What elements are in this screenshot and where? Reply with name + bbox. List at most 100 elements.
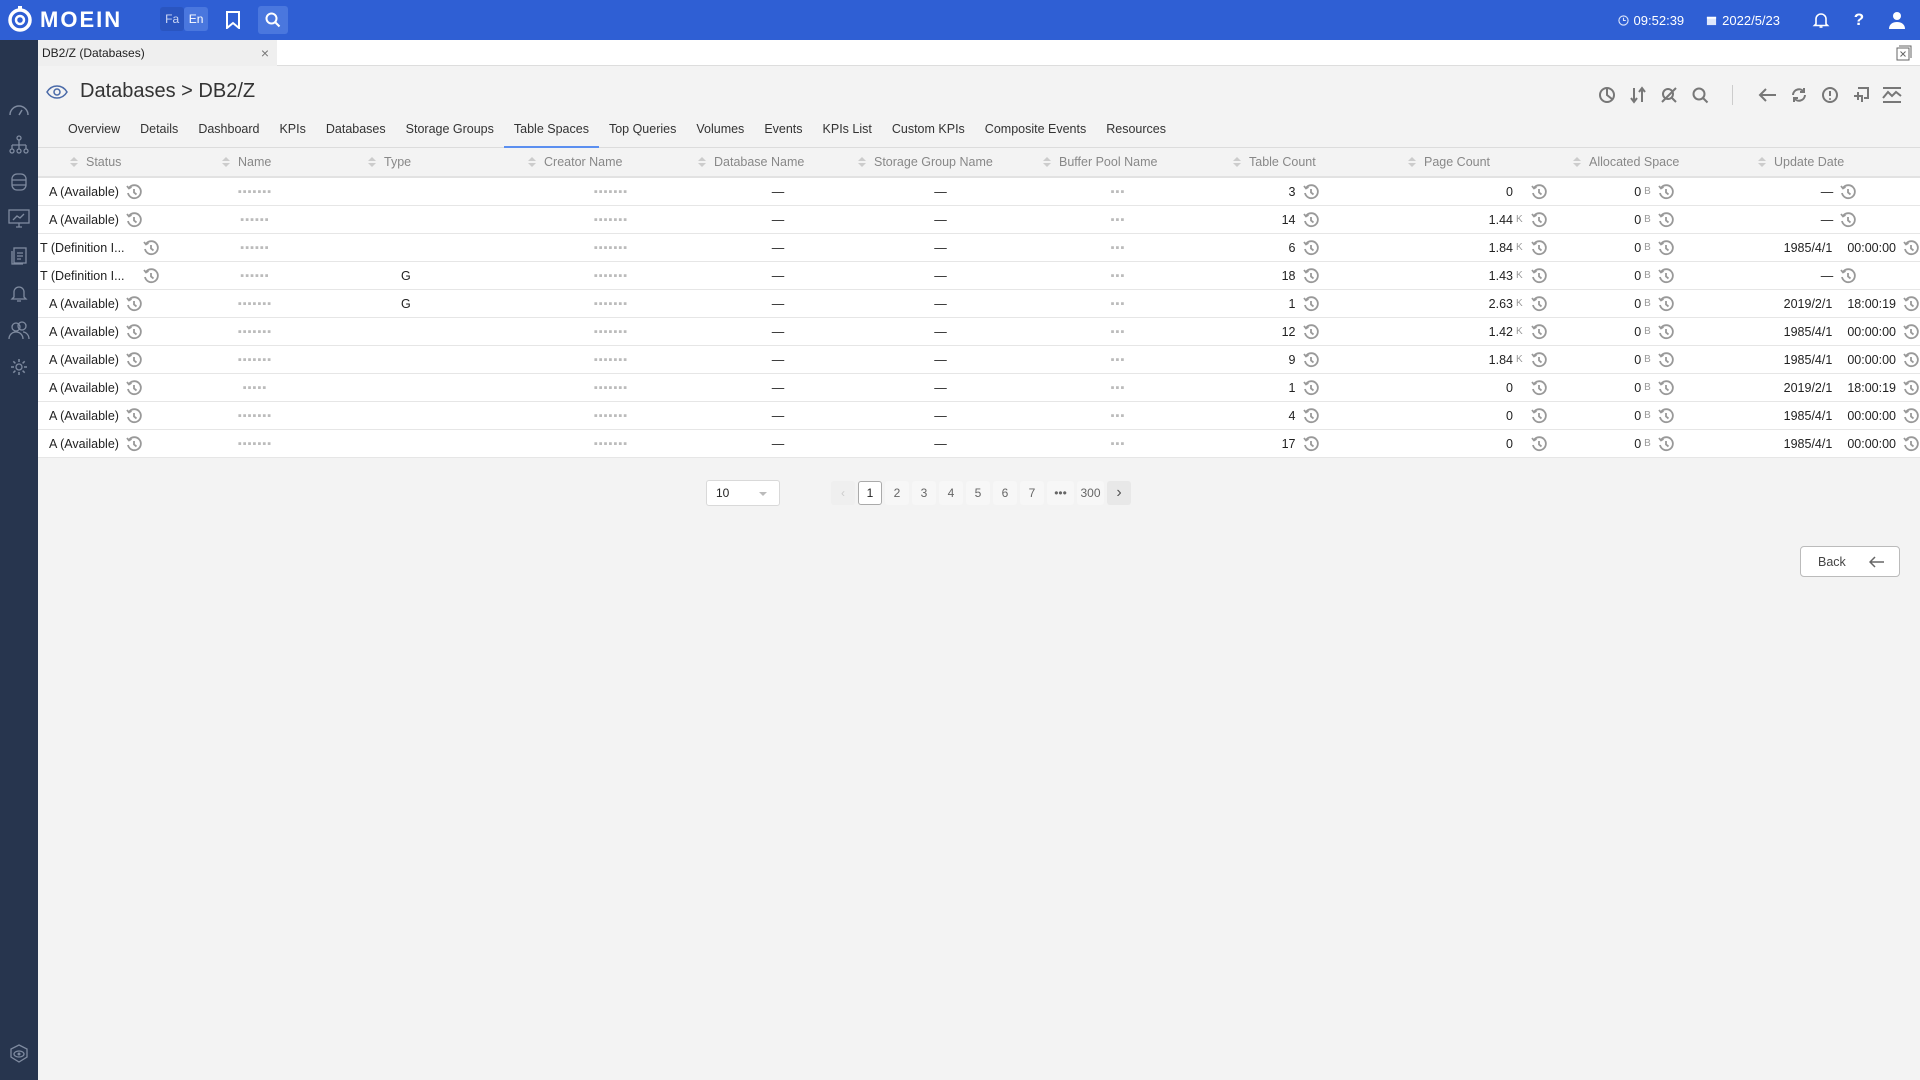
detach-button[interactable] [1847, 84, 1875, 106]
history-icon[interactable] [1530, 379, 1548, 397]
table-row[interactable]: A (Available) ▪▪▪▪▪▪▪ ▪▪▪▪▪▪▪ — — ▪▪▪ 12 1.42 K 0… [38, 318, 1920, 346]
info-button[interactable] [1816, 84, 1844, 106]
chart-button[interactable] [1593, 84, 1621, 106]
sidebar-dashboard[interactable] [8, 98, 30, 120]
page-button[interactable]: 3 [912, 481, 936, 505]
history-icon[interactable] [1302, 379, 1320, 397]
tab-details[interactable]: Details [130, 112, 188, 148]
history-icon[interactable] [1657, 323, 1675, 341]
tab-composite-events[interactable]: Composite Events [975, 112, 1096, 148]
page-button[interactable]: 300 [1077, 481, 1104, 505]
sort-icon[interactable] [70, 157, 78, 167]
history-icon[interactable] [1902, 323, 1920, 341]
history-icon[interactable] [1657, 239, 1675, 257]
sidebar-alerts[interactable] [8, 282, 30, 304]
history-icon[interactable] [1657, 435, 1675, 453]
history-icon[interactable] [1302, 267, 1320, 285]
column-header-status[interactable]: Status [38, 148, 188, 176]
table-row[interactable]: A (Available) ▪▪▪▪▪▪▪ ▪▪▪▪▪▪▪ — — ▪▪▪ 4 0 0 B 1985… [38, 402, 1920, 430]
prev-page-button[interactable]: ‹ [831, 481, 855, 505]
history-icon[interactable] [125, 351, 143, 369]
table-row[interactable]: A (Available) ▪▪▪▪▪▪▪ G ▪▪▪▪▪▪▪ — — ▪▪▪ 1 2.63 K 0… [38, 290, 1920, 318]
trend-button[interactable] [1878, 84, 1906, 106]
tab-overview[interactable]: Overview [58, 112, 130, 148]
sort-icon[interactable] [698, 157, 706, 167]
clear-filter-button[interactable] [1655, 84, 1683, 106]
history-icon[interactable] [1530, 239, 1548, 257]
tab-storage-groups[interactable]: Storage Groups [396, 112, 504, 148]
history-icon[interactable] [1302, 323, 1320, 341]
tab-kpis[interactable]: KPIs [269, 112, 315, 148]
history-icon[interactable] [1657, 267, 1675, 285]
history-icon[interactable] [1839, 211, 1857, 229]
sort-icon[interactable] [1233, 157, 1241, 167]
close-tab-button[interactable]: × [261, 45, 269, 61]
search-button[interactable] [258, 6, 289, 34]
history-icon[interactable] [1657, 407, 1675, 425]
tab-resources[interactable]: Resources [1096, 112, 1176, 148]
table-row[interactable]: A (Available) ▪▪▪▪▪▪▪ ▪▪▪▪▪▪▪ — — ▪▪▪ 3 0 0 B — [38, 178, 1920, 206]
history-icon[interactable] [125, 379, 143, 397]
history-icon[interactable] [1657, 379, 1675, 397]
history-icon[interactable] [1302, 407, 1320, 425]
more-pages-button[interactable]: ••• [1047, 481, 1074, 505]
history-icon[interactable] [1302, 183, 1320, 201]
page-button[interactable]: 2 [885, 481, 909, 505]
column-header-buffer-pool-name[interactable]: Buffer Pool Name [1043, 148, 1233, 176]
notifications-button[interactable] [1802, 11, 1840, 29]
app-logo[interactable]: MOEIN [6, 6, 122, 34]
help-button[interactable]: ? [1840, 10, 1878, 30]
tab-volumes[interactable]: Volumes [686, 112, 754, 148]
column-header-allocated-space[interactable]: Allocated Space [1573, 148, 1758, 176]
column-header-type[interactable]: Type [368, 148, 528, 176]
column-header-name[interactable]: Name [188, 148, 368, 176]
history-icon[interactable] [1902, 407, 1920, 425]
history-icon[interactable] [125, 323, 143, 341]
page-size-select[interactable]: 10 [706, 480, 780, 506]
user-menu-button[interactable] [1878, 11, 1916, 29]
column-header-storage-group-name[interactable]: Storage Group Name [858, 148, 1043, 176]
history-icon[interactable] [1302, 435, 1320, 453]
history-icon[interactable] [1302, 239, 1320, 257]
table-row[interactable]: T (Definition I... ▪▪▪▪▪▪ ▪▪▪▪▪▪▪ — — ▪▪▪ 6 1.8… [38, 234, 1920, 262]
history-icon[interactable] [1530, 407, 1548, 425]
history-icon[interactable] [1530, 267, 1548, 285]
history-icon[interactable] [1839, 183, 1857, 201]
table-row[interactable]: A (Available) ▪▪▪▪▪ ▪▪▪▪▪▪▪ — — ▪▪▪ 1 0 0 B 2019/2… [38, 374, 1920, 402]
search-table-button[interactable] [1686, 84, 1714, 106]
close-all-tabs-button[interactable] [1896, 45, 1912, 61]
sidebar-monitor-logo[interactable] [8, 1043, 30, 1065]
table-row[interactable]: T (Definition I... ▪▪▪▪▪▪ G ▪▪▪▪▪▪▪ — — ▪▪▪ 18 1… [38, 262, 1920, 290]
sidebar-topology[interactable] [8, 134, 30, 156]
tab-events[interactable]: Events [754, 112, 812, 148]
history-icon[interactable] [1530, 435, 1548, 453]
back-arrow-button[interactable] [1754, 84, 1782, 106]
column-header-database-name[interactable]: Database Name [698, 148, 858, 176]
history-icon[interactable] [1839, 267, 1857, 285]
page-button[interactable]: 7 [1020, 481, 1044, 505]
tab-kpis-list[interactable]: KPIs List [813, 112, 882, 148]
history-icon[interactable] [142, 267, 160, 285]
tab-databases[interactable]: Databases [316, 112, 396, 148]
column-header-update-date[interactable]: Update Date [1758, 148, 1920, 176]
history-icon[interactable] [125, 407, 143, 425]
lang-en-button[interactable]: En [184, 7, 209, 31]
sort-icon[interactable] [1043, 157, 1051, 167]
history-icon[interactable] [1902, 351, 1920, 369]
history-icon[interactable] [125, 183, 143, 201]
history-icon[interactable] [125, 211, 143, 229]
history-icon[interactable] [1657, 351, 1675, 369]
history-icon[interactable] [1530, 323, 1548, 341]
history-icon[interactable] [1657, 211, 1675, 229]
history-icon[interactable] [1657, 183, 1675, 201]
sort-icon[interactable] [528, 157, 536, 167]
page-button[interactable]: 1 [858, 481, 882, 505]
sort-icon[interactable] [222, 157, 230, 167]
history-icon[interactable] [142, 239, 160, 257]
history-icon[interactable] [1902, 239, 1920, 257]
page-button[interactable]: 4 [939, 481, 963, 505]
sort-button[interactable] [1624, 84, 1652, 106]
history-icon[interactable] [1902, 295, 1920, 313]
table-row[interactable]: A (Available) ▪▪▪▪▪▪▪ ▪▪▪▪▪▪▪ — — ▪▪▪ 17 0 0 B 198… [38, 430, 1920, 458]
history-icon[interactable] [1302, 211, 1320, 229]
